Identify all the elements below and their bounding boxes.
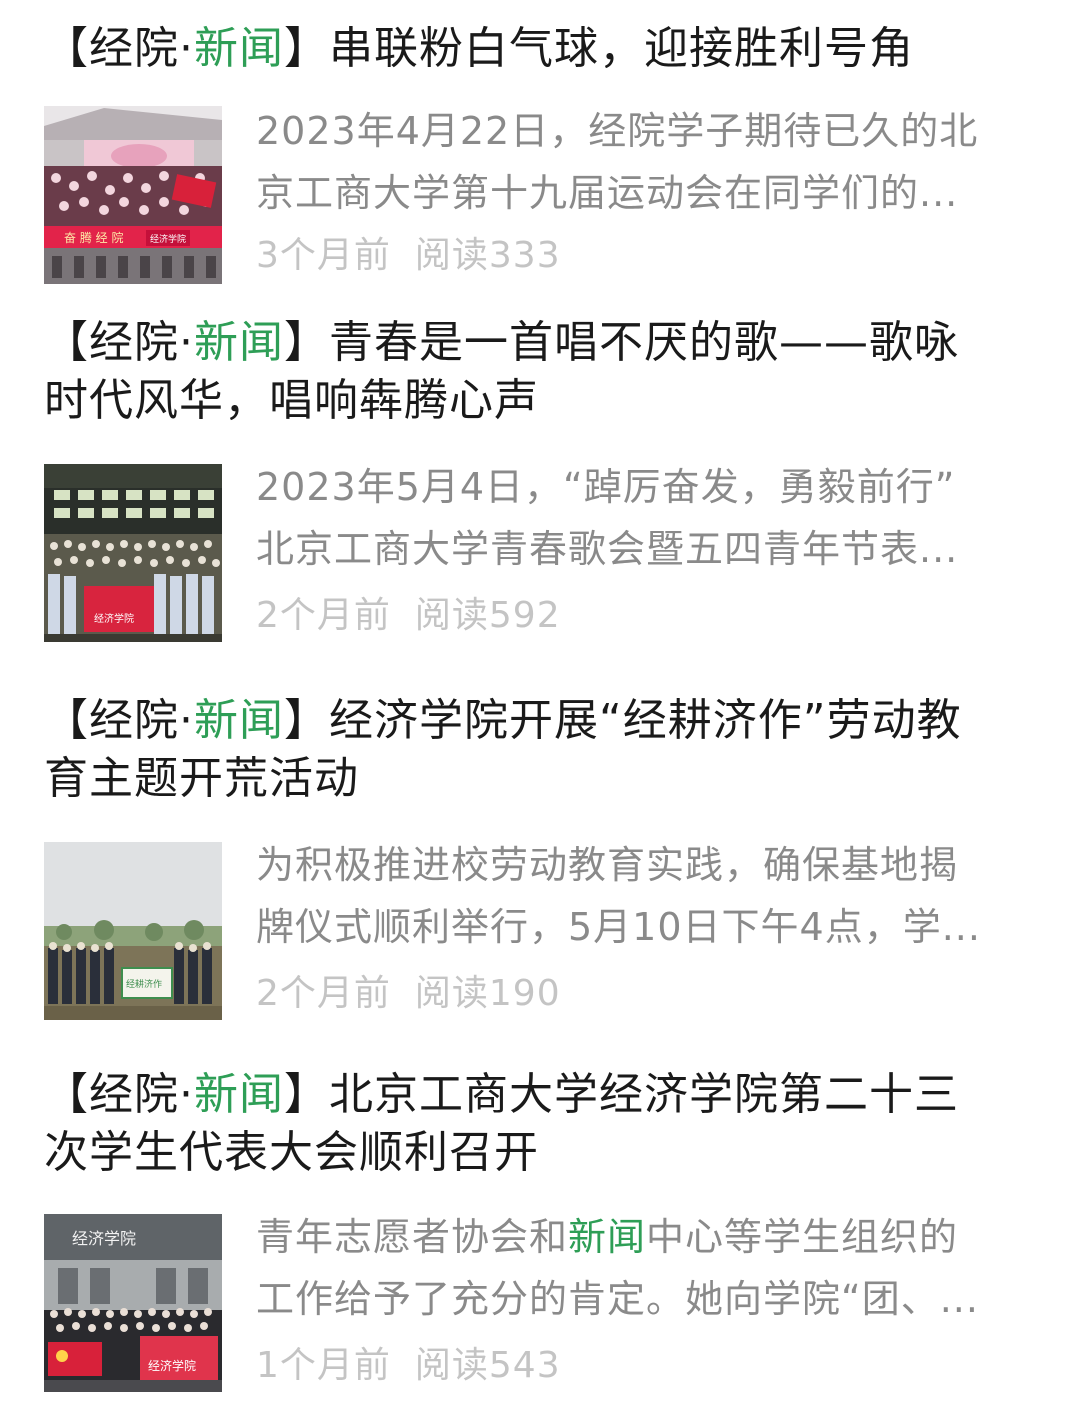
title-text: 】串联粉白气球，迎接胜利号角 <box>284 23 914 74</box>
svg-text:经济学院: 经济学院 <box>94 612 134 625</box>
title-text: 】经济学院开展“经耕济作”劳动教 <box>284 695 962 746</box>
svg-text:经济学院: 经济学院 <box>150 233 186 245</box>
svg-text:经济学院: 经济学院 <box>72 1229 136 1248</box>
choir-group-photo: 经济学院 <box>44 464 222 642</box>
article-meta: 3个月前 阅读333 <box>256 234 561 278</box>
publish-time: 2个月前 <box>256 595 391 636</box>
title-highlight: 新闻 <box>194 23 284 74</box>
article-title[interactable]: 【经院·新闻】串联粉白气球，迎接胜利号角 <box>44 20 1044 78</box>
publish-time: 2个月前 <box>256 973 391 1014</box>
summary-line: 工作给予了充分的肯定。她向学院“团、... <box>256 1277 979 1321</box>
article-title[interactable]: 【经院·新闻】北京工商大学经济学院第二十三 次学生代表大会顺利召开 <box>44 1066 1044 1182</box>
title-prefix: 【经院· <box>44 1069 194 1120</box>
read-count: 阅读190 <box>414 973 561 1014</box>
publish-time: 1个月前 <box>256 1345 391 1386</box>
svg-text:经耕济作: 经耕济作 <box>126 978 162 990</box>
read-count: 阅读333 <box>414 235 561 276</box>
title-text: 】北京工商大学经济学院第二十三 <box>284 1069 959 1120</box>
summary-line: 为积极推进校劳动教育实践，确保基地揭 <box>256 843 959 887</box>
summary-line: 2023年4月22日，经院学子期待已久的北 <box>256 109 979 153</box>
publish-time: 3个月前 <box>256 235 391 276</box>
summary-line: 牌仪式顺利举行，5月10日下午4点，学... <box>256 905 981 949</box>
article-summary: 为积极推进校劳动教育实践，确保基地揭 牌仪式顺利举行，5月10日下午4点，学..… <box>256 834 1036 958</box>
title-text: 时代风华，唱响犇腾心声 <box>44 375 539 426</box>
summary-highlight: 新闻 <box>568 1215 647 1259</box>
article-summary: 2023年5月4日，“踔厉奋发，勇毅前行” 北京工商大学青春歌会暨五四青年节表.… <box>256 456 1036 580</box>
title-text: 次学生代表大会顺利召开 <box>44 1127 539 1178</box>
read-count: 阅读543 <box>414 1345 561 1386</box>
svg-text:经济学院: 经济学院 <box>148 1358 196 1373</box>
article-summary: 2023年4月22日，经院学子期待已久的北 京工商大学第十九届运动会在同学们的.… <box>256 100 1036 224</box>
building-group-photo: 经济学院 经济学院 <box>44 1214 222 1392</box>
sports-meet-photo: 奋 腾 经 院 经济学院 <box>44 106 222 284</box>
title-highlight: 新闻 <box>194 695 284 746</box>
summary-line: 青年志愿者协会和新闻中心等学生组织的 <box>256 1206 1036 1268</box>
article-thumbnail[interactable]: 奋 腾 经 院 经济学院 <box>44 106 222 284</box>
article-title[interactable]: 【经院·新闻】经济学院开展“经耕济作”劳动教 育主题开荒活动 <box>44 692 1044 808</box>
article-meta: 1个月前 阅读543 <box>256 1344 561 1388</box>
article-meta: 2个月前 阅读592 <box>256 594 561 638</box>
article-title[interactable]: 【经院·新闻】青春是一首唱不厌的歌——歌咏 时代风华，唱响犇腾心声 <box>44 314 1044 430</box>
article-thumbnail[interactable]: 经耕济作 <box>44 842 222 1020</box>
read-count: 阅读592 <box>414 595 561 636</box>
summary-line: 2023年5月4日，“踔厉奋发，勇毅前行” <box>256 465 956 509</box>
article-thumbnail[interactable]: 经济学院 <box>44 1214 222 1392</box>
summary-line: 北京工商大学青春歌会暨五四青年节表... <box>256 527 959 571</box>
title-highlight: 新闻 <box>194 1069 284 1120</box>
summary-line: 京工商大学第十九届运动会在同学们的... <box>256 171 959 215</box>
title-prefix: 【经院· <box>44 695 194 746</box>
summary-text: 青年志愿者协会和 <box>256 1215 569 1259</box>
title-highlight: 新闻 <box>194 317 284 368</box>
article-meta: 2个月前 阅读190 <box>256 972 561 1016</box>
summary-text: 中心等学生组织的 <box>646 1215 959 1259</box>
title-text: 育主题开荒活动 <box>44 753 359 804</box>
field-group-photo: 经耕济作 <box>44 842 222 1020</box>
article-feed: 【经院·新闻】串联粉白气球，迎接胜利号角 奋 腾 经 院 经济学院 2023年4… <box>0 0 1080 1420</box>
title-text: 】青春是一首唱不厌的歌——歌咏 <box>284 317 959 368</box>
article-thumbnail[interactable]: 经济学院 <box>44 464 222 642</box>
title-prefix: 【经院· <box>44 317 194 368</box>
article-summary: 青年志愿者协会和新闻中心等学生组织的 工作给予了充分的肯定。她向学院“团、... <box>256 1206 1036 1330</box>
svg-text:奋 腾 经 院: 奋 腾 经 院 <box>64 230 123 245</box>
title-prefix: 【经院· <box>44 23 194 74</box>
